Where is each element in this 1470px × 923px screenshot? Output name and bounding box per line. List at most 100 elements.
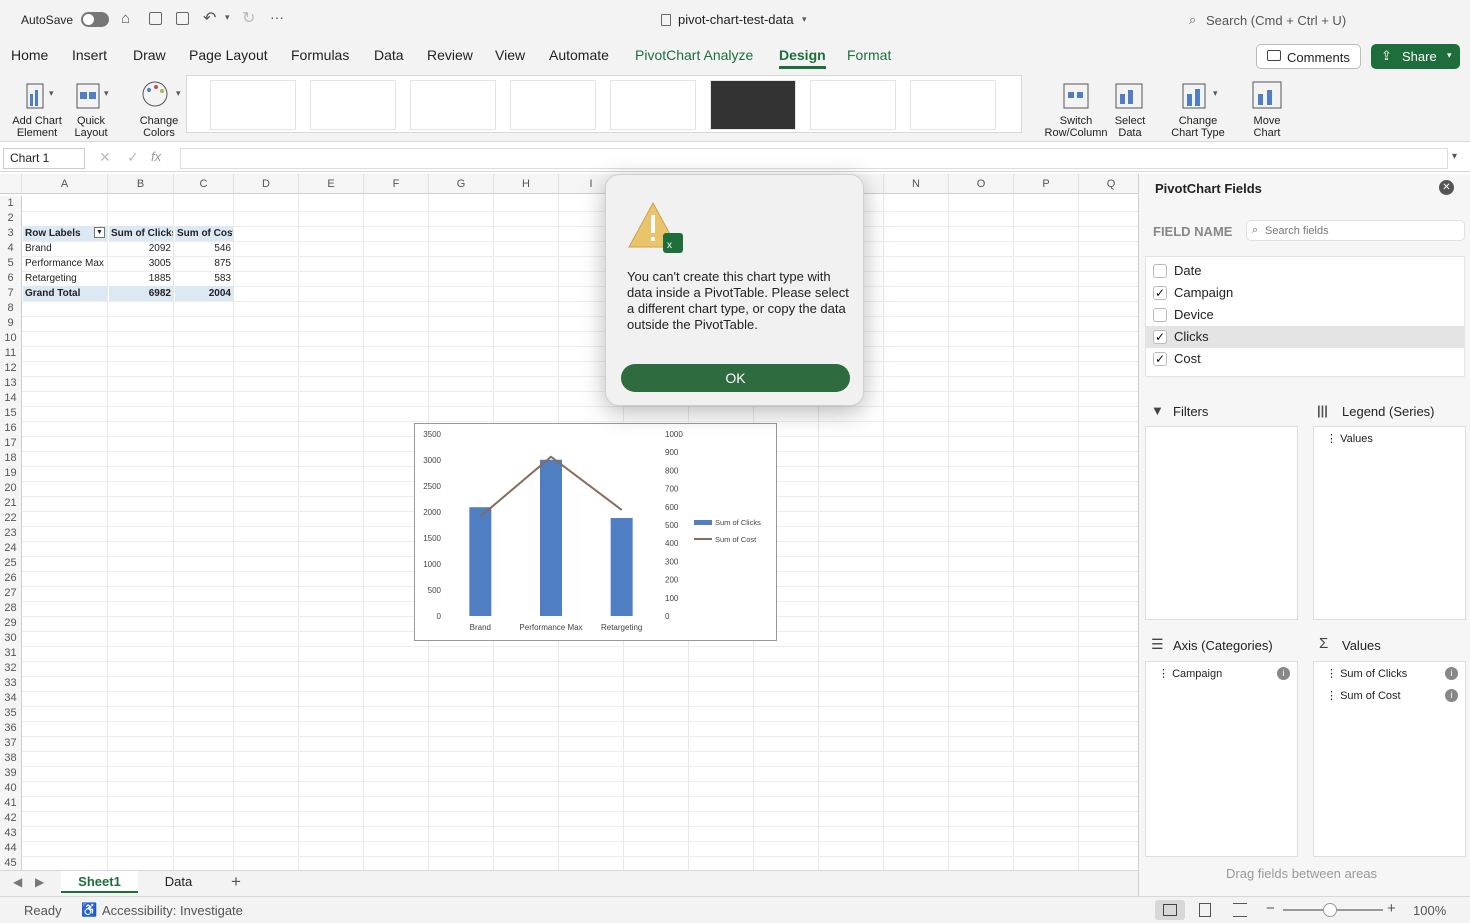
column-header[interactable]: O (949, 174, 1014, 194)
row-header[interactable]: 32 (0, 661, 22, 676)
chart-style-6[interactable] (710, 80, 796, 130)
sheet-tab-sheet1[interactable]: Sheet1 (61, 871, 138, 893)
search-input[interactable]: Search (Cmd + Ctrl + U) (1206, 13, 1346, 28)
field-clicks[interactable]: ✓ Clicks (1146, 326, 1465, 348)
chart-style-1[interactable] (210, 80, 296, 130)
row-header[interactable]: 19 (0, 466, 22, 481)
tab-format[interactable]: Format (847, 47, 891, 63)
change-colors-button[interactable]: ▾ Change Colors (132, 78, 186, 139)
row-header[interactable]: 2 (0, 211, 22, 226)
pivot-cell[interactable]: 2092 (109, 241, 173, 256)
share-button[interactable]: ⇪ Share ▾ (1371, 44, 1460, 69)
pivot-cell[interactable]: 583 (175, 271, 233, 286)
row-header[interactable]: 10 (0, 331, 22, 346)
prev-sheet-icon[interactable]: ◀ (13, 875, 22, 889)
tab-insert[interactable]: Insert (72, 47, 107, 63)
row-header[interactable]: 26 (0, 571, 22, 586)
tab-design[interactable]: Design (779, 47, 826, 69)
row-header[interactable]: 31 (0, 646, 22, 661)
pivot-cell[interactable]: 3005 (109, 256, 173, 271)
chart-style-8[interactable] (910, 80, 996, 130)
filter-dropdown-icon[interactable]: ▼ (94, 227, 105, 238)
close-icon[interactable]: ✕ (1439, 180, 1454, 195)
row-header[interactable]: 23 (0, 526, 22, 541)
page-break-view-icon[interactable] (1233, 903, 1247, 917)
pivot-cell[interactable]: 1885 (109, 271, 173, 286)
tab-home[interactable]: Home (11, 47, 48, 63)
undo-icon[interactable]: ↶ (203, 8, 216, 28)
column-header[interactable]: C (174, 174, 234, 194)
field-checkbox[interactable]: ✓ (1153, 330, 1167, 344)
row-header[interactable]: 24 (0, 541, 22, 556)
function-icon[interactable]: fx (151, 149, 161, 164)
pivot-cell[interactable]: Grand Total (23, 286, 107, 301)
row-header[interactable]: 35 (0, 706, 22, 721)
row-header[interactable]: 40 (0, 781, 22, 796)
share-dropdown-icon[interactable]: ▾ (1447, 50, 1452, 61)
chart-style-4[interactable] (510, 80, 596, 130)
row-header[interactable]: 37 (0, 736, 22, 751)
legend-area[interactable]: ⋮ Values (1313, 426, 1466, 620)
row-header[interactable]: 34 (0, 691, 22, 706)
info-icon[interactable]: i (1445, 689, 1458, 702)
save-icon[interactable] (149, 12, 162, 25)
save-as-icon[interactable] (176, 12, 189, 25)
next-sheet-icon[interactable]: ▶ (35, 875, 44, 889)
switch-row-column-button[interactable]: Switch Row/Column (1042, 78, 1110, 139)
ok-button[interactable]: OK (621, 364, 850, 392)
tab-review[interactable]: Review (427, 47, 473, 63)
column-header[interactable]: Q (1079, 174, 1138, 194)
quick-layout-button[interactable]: ▾ Quick Layout (68, 78, 114, 139)
name-box[interactable]: Chart 1 (3, 148, 85, 169)
column-header[interactable]: G (429, 174, 494, 194)
pivot-cell[interactable]: Sum of Cost (175, 226, 233, 241)
field-checkbox[interactable] (1153, 264, 1167, 278)
chevron-down-icon[interactable]: ▾ (802, 14, 807, 25)
column-header[interactable]: P (1014, 174, 1079, 194)
row-header[interactable]: 1 (0, 196, 22, 211)
row-header[interactable]: 9 (0, 316, 22, 331)
row-header[interactable]: 33 (0, 676, 22, 691)
pivot-cell[interactable]: 875 (175, 256, 233, 271)
column-header[interactable]: D (234, 174, 299, 194)
row-header[interactable]: 29 (0, 616, 22, 631)
pivot-cell[interactable]: 546 (175, 241, 233, 256)
select-data-button[interactable]: Select Data (1110, 78, 1150, 139)
tab-data[interactable]: Data (374, 47, 404, 63)
tab-formulas[interactable]: Formulas (291, 47, 349, 63)
chart-style-5[interactable] (610, 80, 696, 130)
row-header[interactable]: 43 (0, 826, 22, 841)
search-fields-input[interactable]: ⌕ Search fields (1246, 220, 1465, 241)
pivot-cell[interactable]: Retargeting (23, 271, 107, 286)
row-header[interactable]: 3 (0, 226, 22, 241)
chart-style-7[interactable] (810, 80, 896, 130)
row-header[interactable]: 38 (0, 751, 22, 766)
row-header[interactable]: 13 (0, 376, 22, 391)
select-all-corner[interactable] (0, 174, 22, 194)
column-header[interactable]: F (364, 174, 429, 194)
redo-icon[interactable]: ↻ (242, 8, 255, 28)
add-chart-element-button[interactable]: ▾ Add Chart Element (6, 78, 68, 139)
comments-button[interactable]: Comments (1256, 44, 1361, 69)
row-header[interactable]: 30 (0, 631, 22, 646)
accessibility-status[interactable]: Accessibility: Investigate (102, 903, 243, 918)
autosave-toggle[interactable] (81, 12, 109, 27)
row-header[interactable]: 6 (0, 271, 22, 286)
row-header[interactable]: 41 (0, 796, 22, 811)
column-header[interactable]: N (884, 174, 949, 194)
info-icon[interactable]: i (1277, 667, 1290, 680)
tab-draw[interactable]: Draw (133, 47, 166, 63)
row-header[interactable]: 8 (0, 301, 22, 316)
expand-formula-icon[interactable]: ▾ (1452, 151, 1457, 162)
row-header[interactable]: 7 (0, 286, 22, 301)
row-header[interactable]: 45 (0, 856, 22, 870)
row-header[interactable]: 22 (0, 511, 22, 526)
field-device[interactable]: Device (1146, 304, 1465, 326)
field-campaign[interactable]: ✓ Campaign (1146, 282, 1465, 304)
row-header[interactable]: 15 (0, 406, 22, 421)
row-header[interactable]: 5 (0, 256, 22, 271)
row-header[interactable]: 18 (0, 451, 22, 466)
field-date[interactable]: Date (1146, 260, 1465, 282)
formula-input[interactable] (180, 148, 1448, 169)
field-checkbox[interactable] (1153, 308, 1167, 322)
